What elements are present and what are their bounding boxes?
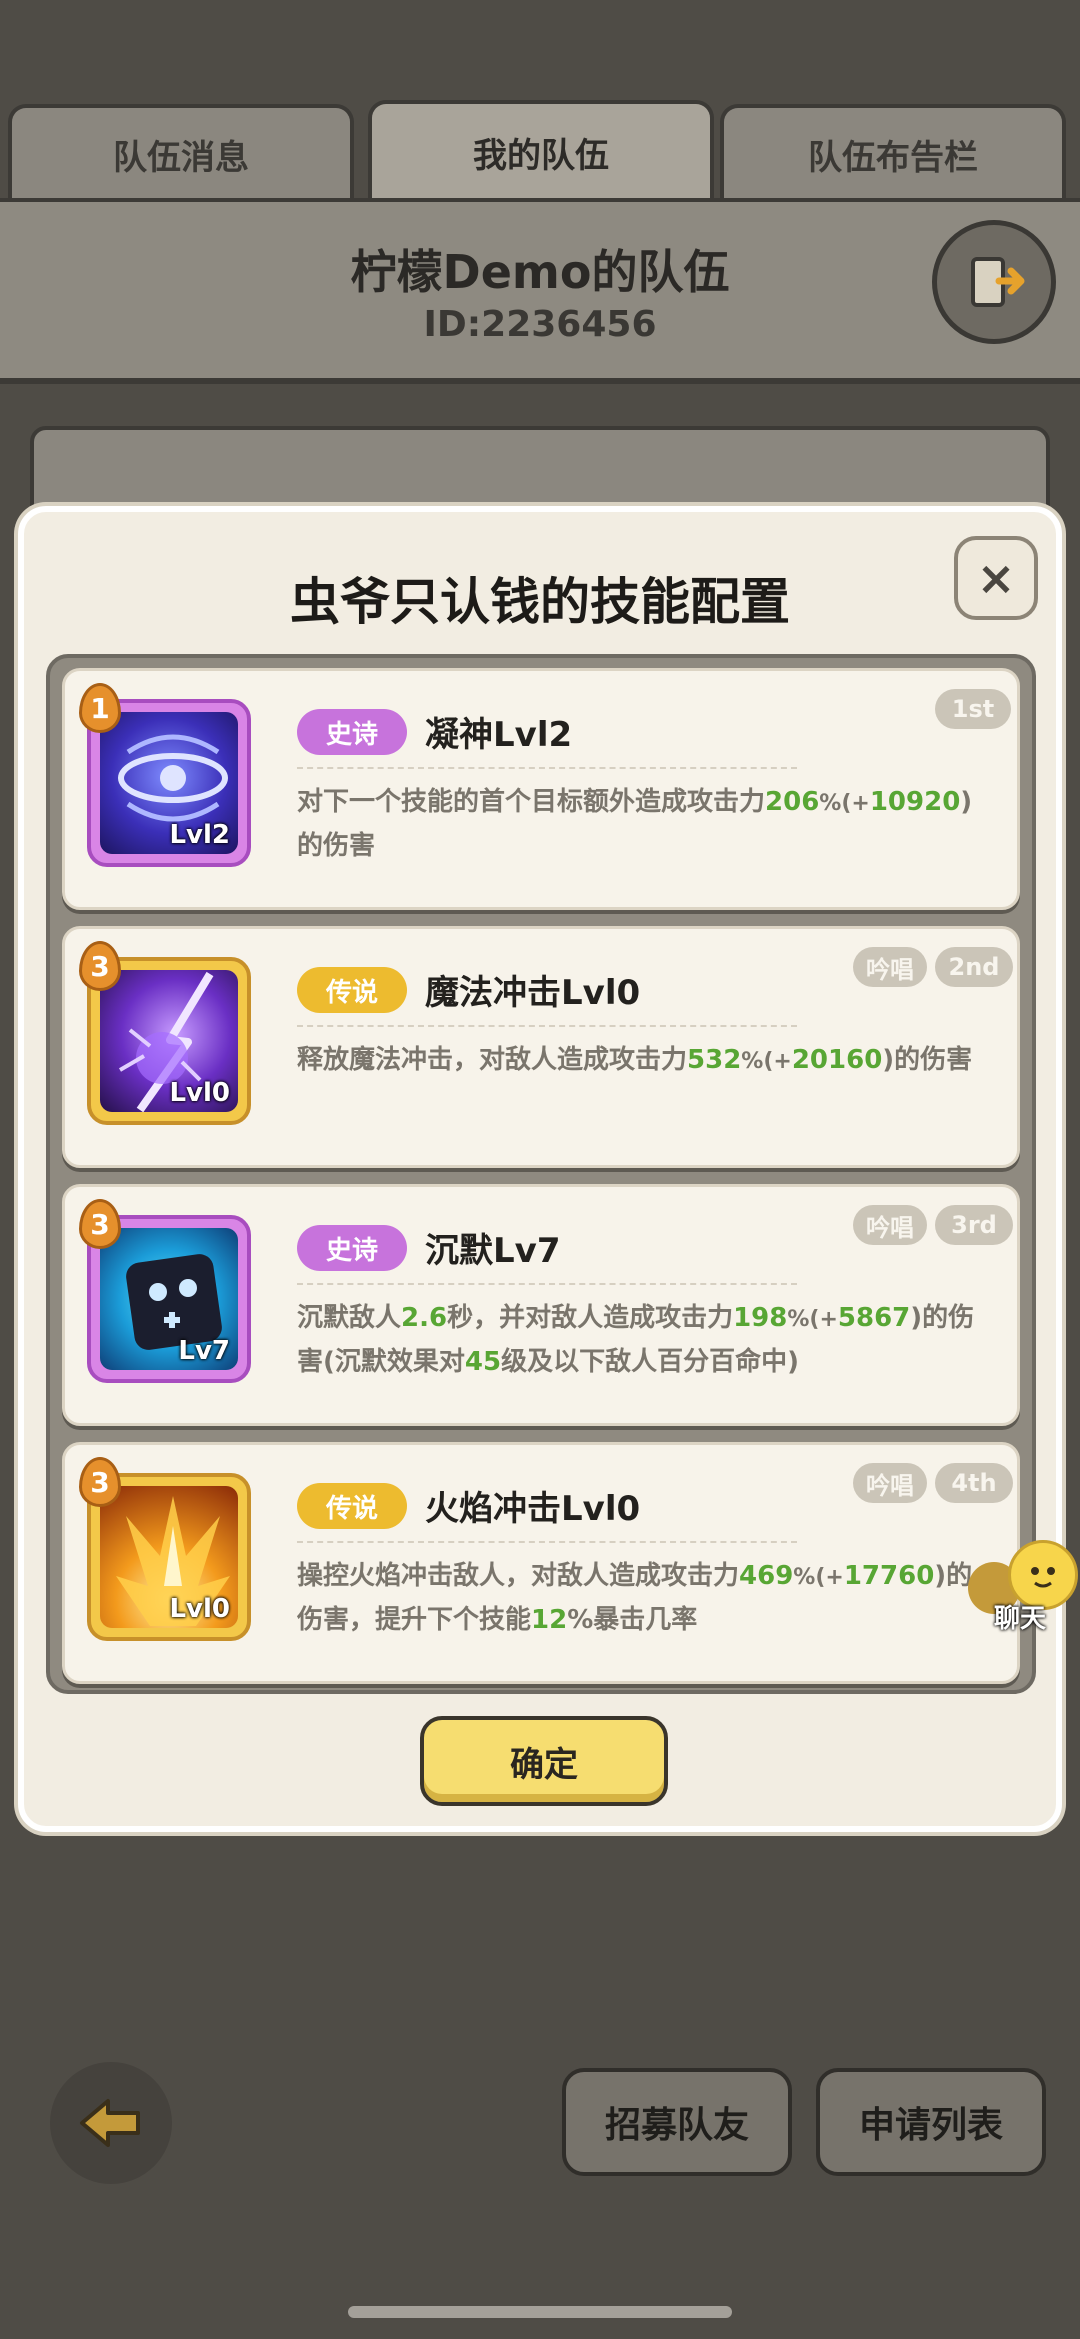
silence-skill-icon: Lv7 [100,1228,238,1370]
divider [297,1283,797,1285]
skill-rank-badge: 3 [79,1199,121,1249]
skill-card-4[interactable]: Lvl0 3 传说 火焰冲击Lvl0 吟唱 4th 操控火焰冲击敌人，对敌人造成… [62,1442,1020,1684]
recruit-teammate-button[interactable]: 招募队友 [562,2068,792,2176]
rarity-badge: 传说 [297,967,407,1013]
fire-strike-skill-icon: Lvl0 [100,1486,238,1628]
chat-button[interactable]: 聊天 [968,1540,1078,1650]
chant-pill: 吟唱 [853,947,927,987]
skill-card-1[interactable]: Lvl2 1 史诗 凝神Lvl2 1st 对下一个技能的首个目标额外造成攻击力2… [62,668,1020,910]
skill-description: 沉默敌人2.6秒，并对敌人造成攻击力198%(+5867)的伤害(沉默效果对45… [297,1303,975,1377]
tab-team-messages[interactable]: 队伍消息 [8,104,354,200]
skill-name: 魔法冲击Lvl0 [425,973,641,1013]
chant-pill: 吟唱 [853,1463,927,1503]
back-button[interactable] [50,2062,172,2184]
skill-icon-level: Lvl2 [169,820,230,850]
skill-rank-badge: 3 [79,1457,121,1507]
divider [297,1541,797,1543]
back-arrow-icon [80,2099,140,2147]
chat-label: 聊天 [994,1604,1047,1634]
skill-description: 对下一个技能的首个目标额外造成攻击力206%(+10920)的伤害 [297,787,973,861]
skill-rank-badge: 3 [79,941,121,991]
skill-icon-level: Lvl0 [169,1594,230,1624]
skill-name: 火焰冲击Lvl0 [425,1489,641,1529]
skill-list: Lvl2 1 史诗 凝神Lvl2 1st 对下一个技能的首个目标额外造成攻击力2… [46,654,1036,1694]
skill-icon-level: Lvl0 [169,1078,230,1108]
exit-door-icon [971,257,1025,307]
skill-order-pill: 4th [935,1463,1013,1503]
skill-config-modal: 虫爷只认钱的技能配置 × Lvl2 1 史诗 凝神Lvl2 1st 对下一个技能… [18,506,1062,1832]
skill-order-pill: 1st [935,689,1011,729]
team-header: 柠檬Demo的队伍 ID:2236456 [0,198,1080,384]
skill-rank-badge: 1 [79,683,121,733]
skill-order-pill: 3rd [935,1205,1013,1245]
team-title: 柠檬Demo的队伍 [350,245,730,299]
confirm-button[interactable]: 确定 [420,1716,668,1806]
skill-name: 沉默Lv7 [425,1231,561,1271]
rarity-badge: 传说 [297,1483,407,1529]
skill-order-pill: 2nd [935,947,1013,987]
exit-team-button[interactable] [932,220,1056,344]
close-button[interactable]: × [954,536,1038,620]
skill-card-3[interactable]: Lv7 3 史诗 沉默Lv7 吟唱 3rd 沉默敌人2.6秒，并对敌人造成攻击力… [62,1184,1020,1426]
close-icon: × [976,551,1016,605]
modal-title: 虫爷只认钱的技能配置 [290,573,790,631]
focus-skill-icon: Lvl2 [100,712,238,854]
home-indicator [348,2306,732,2318]
divider [297,767,797,769]
team-id: ID:2236456 [423,304,657,345]
tab-team-board[interactable]: 队伍布告栏 [720,104,1066,200]
skill-icon-level: Lv7 [178,1336,230,1366]
apply-list-button[interactable]: 申请列表 [816,2068,1046,2176]
rarity-badge: 史诗 [297,709,407,755]
skill-card-2[interactable]: Lvl0 3 传说 魔法冲击Lvl0 吟唱 2nd 释放魔法冲击，对敌人造成攻击… [62,926,1020,1168]
magic-strike-skill-icon: Lvl0 [100,970,238,1112]
tab-my-team[interactable]: 我的队伍 [368,100,714,200]
skill-description: 操控火焰冲击敌人，对敌人造成攻击力469%(+17760)的伤害，提升下个技能1… [297,1561,973,1635]
rarity-badge: 史诗 [297,1225,407,1271]
skill-description: 释放魔法冲击，对敌人造成攻击力532%(+20160)的伤害 [297,1045,973,1075]
tab-bar: 队伍消息 我的队伍 队伍布告栏 [8,100,1072,200]
divider [297,1025,797,1027]
chant-pill: 吟唱 [853,1205,927,1245]
skill-name: 凝神Lvl2 [425,715,573,755]
